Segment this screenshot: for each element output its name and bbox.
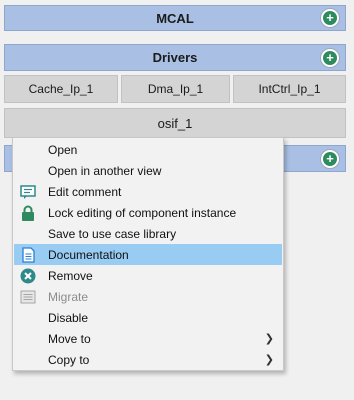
component-osif-1[interactable]: osif_1 bbox=[4, 108, 346, 138]
menu-item-copy-to[interactable]: Copy to ❯ bbox=[14, 349, 282, 370]
menu-item-documentation[interactable]: Documentation bbox=[14, 244, 282, 265]
drivers-add-button[interactable]: + bbox=[320, 47, 340, 68]
menu-item-move-to[interactable]: Move to ❯ bbox=[14, 328, 282, 349]
component-label: Cache_Ip_1 bbox=[28, 82, 94, 96]
mcal-add-button[interactable]: + bbox=[320, 8, 340, 28]
menu-item-edit-comment[interactable]: Edit comment bbox=[14, 181, 282, 202]
menu-item-save-to-library[interactable]: Save to use case library bbox=[14, 223, 282, 244]
menu-item-lock-editing[interactable]: Lock editing of component instance bbox=[14, 202, 282, 223]
group-add-button[interactable]: + bbox=[320, 148, 340, 169]
chevron-right-icon: ❯ bbox=[264, 354, 274, 366]
component-cache-ip-1[interactable]: Cache_Ip_1 bbox=[4, 75, 118, 103]
menu-item-open-in-another-view[interactable]: Open in another view bbox=[14, 160, 282, 181]
menu-item-label: Copy to bbox=[48, 352, 90, 367]
document-icon bbox=[20, 246, 36, 263]
plus-icon: + bbox=[323, 151, 337, 166]
menu-item-label: Disable bbox=[48, 310, 89, 325]
chevron-right-icon: ❯ bbox=[264, 333, 274, 345]
menu-item-label: Documentation bbox=[48, 247, 129, 262]
migrate-icon bbox=[20, 289, 36, 305]
menu-item-label: Remove bbox=[48, 268, 93, 283]
menu-item-open[interactable]: Open bbox=[14, 139, 282, 160]
menu-item-label: Save to use case library bbox=[48, 226, 177, 241]
plus-icon: + bbox=[323, 50, 337, 65]
menu-item-label: Open bbox=[48, 142, 78, 157]
drivers-title: Drivers bbox=[152, 50, 198, 65]
component-label: IntCtrl_Ip_1 bbox=[258, 82, 321, 96]
menu-item-label: Move to bbox=[48, 331, 91, 346]
menu-item-label: Open in another view bbox=[48, 163, 162, 178]
component-dma-ip-1[interactable]: Dma_Ip_1 bbox=[121, 75, 230, 103]
component-label: Dma_Ip_1 bbox=[147, 82, 204, 96]
context-menu: Open Open in another view Edit comment L… bbox=[12, 137, 284, 371]
lock-icon bbox=[20, 205, 36, 221]
menu-item-migrate: Migrate bbox=[14, 286, 282, 307]
menu-item-label: Edit comment bbox=[48, 184, 122, 199]
remove-icon bbox=[20, 268, 36, 284]
menu-item-label: Lock editing of component instance bbox=[48, 205, 237, 220]
mcal-group-header[interactable]: MCAL + bbox=[4, 5, 346, 31]
menu-item-label: Migrate bbox=[48, 289, 89, 304]
mcal-title: MCAL bbox=[156, 10, 194, 26]
menu-item-remove[interactable]: Remove bbox=[14, 265, 282, 286]
comment-icon bbox=[20, 184, 36, 200]
component-label: osif_1 bbox=[157, 115, 193, 131]
menu-item-disable[interactable]: Disable bbox=[14, 307, 282, 328]
drivers-group-header[interactable]: Drivers + bbox=[4, 44, 346, 71]
component-intctrl-ip-1[interactable]: IntCtrl_Ip_1 bbox=[233, 75, 346, 103]
plus-icon: + bbox=[323, 11, 337, 25]
